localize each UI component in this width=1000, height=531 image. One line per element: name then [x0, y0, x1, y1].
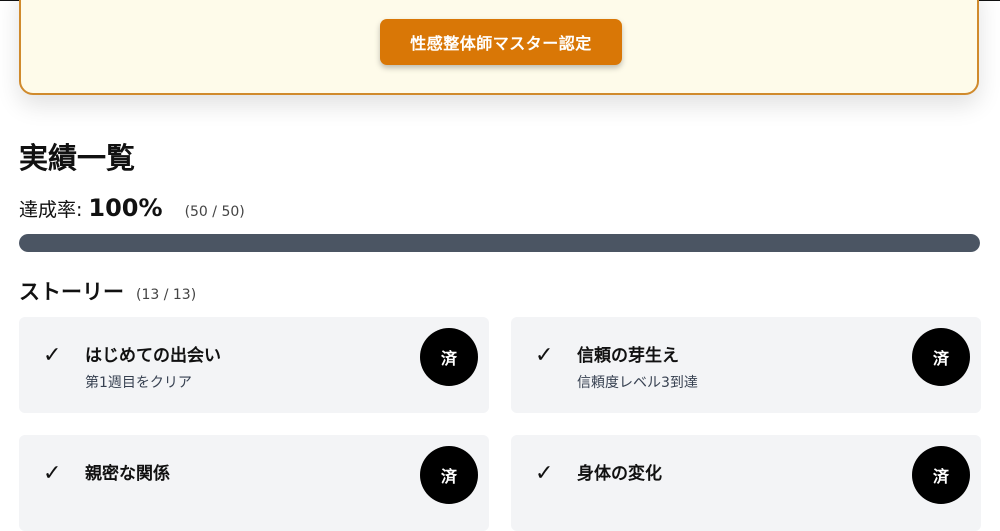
- achievements-title: 実績一覧: [19, 141, 136, 175]
- check-icon: ✓: [43, 461, 62, 486]
- achievement-title: はじめての出会い: [85, 346, 221, 366]
- achievement-rate: 達成率: 100% (50 / 50): [19, 194, 245, 222]
- achievement-description: 第1週目をクリア: [85, 375, 192, 391]
- completed-badge: 済: [420, 328, 478, 386]
- achievement-card: ✓ 親密な関係 済: [19, 435, 489, 531]
- rate-value: 100%: [88, 194, 163, 222]
- certification-banner: 性感整体師マスター認定: [19, 0, 979, 95]
- category-header-story: ストーリー (13 / 13): [19, 276, 196, 306]
- completed-badge: 済: [912, 446, 970, 504]
- achievement-card: ✓ はじめての出会い 第1週目をクリア 済: [19, 317, 489, 413]
- category-count: (13 / 13): [136, 287, 197, 303]
- check-icon: ✓: [535, 461, 554, 486]
- check-icon: ✓: [43, 343, 62, 368]
- rate-label: 達成率:: [19, 199, 83, 221]
- achievement-progress-bar: [19, 234, 980, 252]
- check-icon: ✓: [535, 343, 554, 368]
- achievement-title: 親密な関係: [85, 464, 170, 484]
- achievement-description: 信頼度レベル3到達: [577, 375, 698, 391]
- certification-button[interactable]: 性感整体師マスター認定: [380, 19, 622, 65]
- achievement-title: 信頼の芽生え: [577, 346, 679, 366]
- achievement-title: 身体の変化: [577, 464, 662, 484]
- completed-badge: 済: [912, 328, 970, 386]
- achievement-card: ✓ 身体の変化 済: [511, 435, 981, 531]
- rate-count: (50 / 50): [184, 204, 245, 220]
- category-title: ストーリー: [19, 280, 124, 304]
- completed-badge: 済: [420, 446, 478, 504]
- progress-fill: [19, 234, 980, 252]
- achievement-card: ✓ 信頼の芽生え 信頼度レベル3到達 済: [511, 317, 981, 413]
